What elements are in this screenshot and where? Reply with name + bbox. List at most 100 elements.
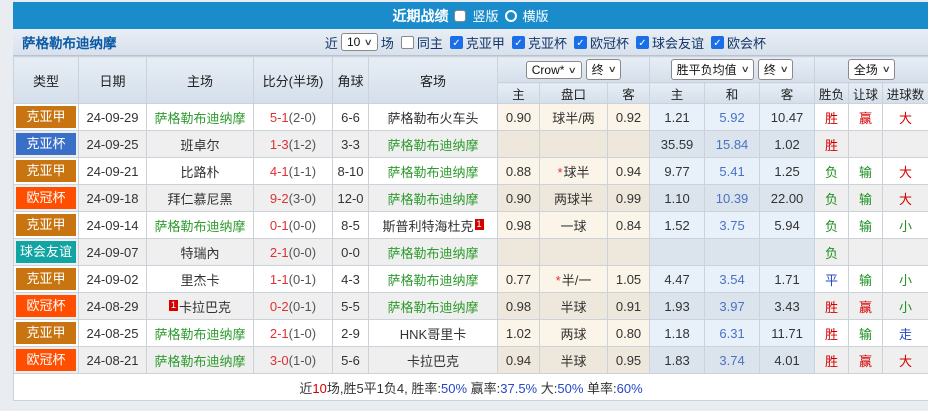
result-cell: 胜 (814, 130, 850, 158)
handicap-result-cell: 赢 (848, 346, 884, 374)
same-home-label[interactable]: 同主 (417, 33, 443, 52)
scope-select[interactable]: 全场 ∨ (847, 59, 896, 80)
team-name-text: 卡拉巴克 (179, 299, 232, 315)
europe-source-select[interactable]: 胜平负均值 ∨ (670, 59, 755, 80)
europe-state-select[interactable]: 终 ∨ (757, 59, 794, 80)
subheader-result: 胜负 (814, 82, 850, 104)
asia-home-odds (497, 130, 540, 158)
euro-away-odds: 4.01 (759, 346, 816, 374)
table-row: 克亚甲 24-09-29 萨格勒布迪纳摩 5-1(2-0) 6-6 萨格勒布火车… (13, 103, 928, 131)
summary-segment: 50% (557, 380, 584, 396)
subheader-euro-away: 客 (759, 82, 816, 104)
team-name-text: 萨格勒布迪纳摩 (387, 164, 479, 180)
chevron-down-icon: ∨ (779, 64, 789, 74)
asia-handicap-line: 半球 (539, 346, 608, 374)
league-badge: 球会友谊 (16, 241, 76, 263)
euro-draw-odds: 3.74 (704, 346, 761, 374)
asia-handicap-line: 两球半 (539, 184, 608, 212)
asia-away-odds: 0.84 (606, 211, 651, 239)
asia-home-odds: 0.90 (497, 184, 540, 212)
team-name-text: 萨格勒布迪纳摩 (387, 191, 479, 207)
panel-title-bar: 近期战绩 竖版 横版 (13, 2, 928, 29)
euro-home-odds: 1.52 (649, 211, 706, 239)
asia-away-odds: 0.91 (606, 292, 651, 320)
league-type-cell: 克亚甲 (13, 157, 79, 185)
away-team: 萨格勒布迪纳摩 (368, 130, 498, 158)
league-checkbox[interactable]: ✓ (511, 35, 525, 49)
vertical-layout-label[interactable]: 竖版 (472, 6, 498, 25)
league-type-cell: 克亚甲 (13, 265, 79, 293)
summary-segment: 60% (616, 380, 643, 396)
horizontal-layout-label[interactable]: 横版 (523, 6, 549, 25)
panel-title: 近期战绩 (392, 7, 449, 24)
euro-draw-odds (704, 238, 761, 266)
subheader-asia-away: 客 (606, 82, 651, 104)
team-name-text: HNK哥里卡 (399, 326, 467, 342)
table-row: 克亚甲 24-09-02 里杰卡 1-1(0-1) 4-3 萨格勒布迪纳摩 0.… (13, 265, 928, 293)
away-team: 萨格勒布迪纳摩 (368, 292, 498, 320)
horizontal-layout-radio[interactable] (504, 9, 517, 22)
goals-cell: 小 (882, 265, 928, 293)
away-team: 萨格勒布火车头 (368, 103, 498, 131)
result-cell: 负 (814, 238, 850, 266)
away-team: 卡拉巴克 (368, 346, 498, 374)
away-team: 萨格勒布迪纳摩 (368, 265, 498, 293)
match-score: 2-1(1-0) (253, 319, 333, 347)
asia-odds-group-header: Crow* ∨ 终 ∨ (496, 56, 651, 83)
asia-home-odds: 0.94 (497, 346, 540, 374)
asia-state-select[interactable]: 终 ∨ (585, 59, 622, 80)
team-name-text: 斯普利特海杜克 (382, 218, 474, 234)
league-type-cell: 克亚甲 (13, 319, 79, 347)
league-checkbox[interactable]: ✓ (449, 35, 463, 49)
result-cell: 负 (814, 184, 850, 212)
table-row: 克亚甲 24-09-14 萨格勒布迪纳摩 0-1(0-0) 8-5 斯普利特海杜… (13, 211, 928, 239)
result-cell: 胜 (814, 319, 850, 347)
asia-away-odds (606, 238, 651, 266)
match-score: 0-1(0-0) (253, 211, 333, 239)
league-badge: 克亚甲 (16, 160, 76, 182)
league-checkbox-label[interactable]: 欧会杯 (727, 33, 766, 52)
asia-away-odds: 0.92 (606, 103, 651, 131)
asia-handicap-line: *球半 (539, 157, 608, 185)
euro-home-odds: 1.83 (649, 346, 706, 374)
goals-cell (882, 238, 928, 266)
col-header-corner: 角球 (332, 56, 369, 104)
handicap-result-cell: 输 (848, 184, 884, 212)
home-team: 特瑞內 (146, 238, 254, 266)
table-row: 欧冠杯 24-08-29 1 卡拉巴克 0-2(0-1) 5-5 萨格勒布迪纳摩 … (13, 292, 928, 320)
asia-home-odds: 0.77 (497, 265, 540, 293)
same-home-checkbox[interactable] (400, 35, 414, 49)
match-date: 24-09-29 (78, 103, 147, 131)
league-checkbox[interactable]: ✓ (710, 35, 724, 49)
match-count-select[interactable]: 10 ∨ (340, 33, 378, 51)
euro-draw-odds: 5.92 (704, 103, 761, 131)
result-cell: 胜 (814, 292, 850, 320)
asia-source-select[interactable]: Crow* ∨ (525, 61, 583, 79)
handicap-result-cell: 输 (848, 157, 884, 185)
league-checkbox-label[interactable]: 欧冠杯 (590, 33, 629, 52)
league-checkbox-label[interactable]: 球会友谊 (652, 33, 704, 52)
asia-away-odds: 0.99 (606, 184, 651, 212)
match-score: 1-3(1-2) (253, 130, 333, 158)
home-team: 萨格勒布迪纳摩 (146, 103, 254, 131)
asia-handicap-line: *半/一 (539, 265, 608, 293)
asia-handicap-line: 一球 (539, 211, 608, 239)
subheader-goals: 进球数 (882, 82, 928, 104)
col-header-home: 主场 (146, 56, 254, 104)
euro-draw-odds: 10.39 (704, 184, 761, 212)
match-score: 3-0(1-0) (253, 346, 333, 374)
league-type-cell: 克亚杯 (13, 130, 79, 158)
subheader-asia-home: 主 (497, 82, 540, 104)
league-type-cell: 欧冠杯 (13, 292, 79, 320)
euro-away-odds (759, 238, 816, 266)
vertical-layout-radio[interactable] (454, 9, 467, 22)
recent-results-panel: 近期战绩 竖版 横版 萨格勒布迪纳摩 近 10 ∨ 场 同主 ✓ 克亚甲 ✓ 克亚杯 ✓ 欧… (12, 2, 928, 401)
league-checkbox[interactable]: ✓ (635, 35, 649, 49)
league-checkbox[interactable]: ✓ (573, 35, 587, 49)
home-team: 拜仁慕尼黑 (146, 184, 254, 212)
league-checkbox-label[interactable]: 克亚杯 (528, 33, 567, 52)
away-team: 萨格勒布迪纳摩 (368, 184, 498, 212)
euro-away-odds: 22.00 (759, 184, 816, 212)
away-team: HNK哥里卡 (368, 319, 498, 347)
league-checkbox-label[interactable]: 克亚甲 (466, 33, 505, 52)
